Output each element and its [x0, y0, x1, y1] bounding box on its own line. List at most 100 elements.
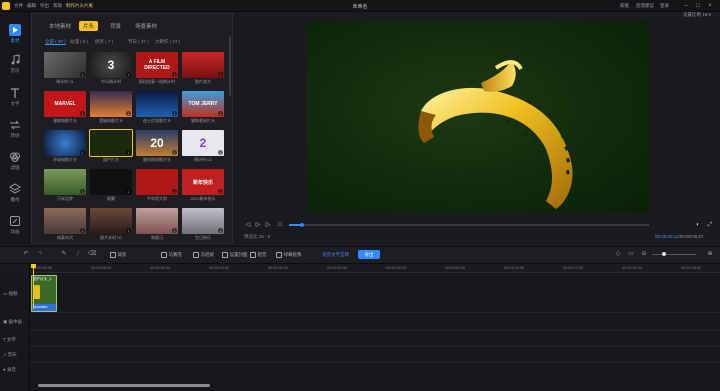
download-icon[interactable]: ↓: [172, 111, 177, 116]
download-icon[interactable]: ↓: [172, 189, 177, 194]
media-thumb[interactable]: ↓: [182, 52, 224, 78]
download-icon[interactable]: ↓: [172, 72, 177, 77]
filter-festival[interactable]: 节日 ( 27 ): [128, 39, 149, 45]
ratio-setting[interactable]: 设置比例 16:9: [683, 12, 711, 18]
rail-item-transition[interactable]: 转场: [0, 115, 30, 145]
media-thumb[interactable]: ↓: [44, 130, 86, 156]
download-icon[interactable]: ↓: [218, 228, 223, 233]
media-thumb[interactable]: TOM JERRY ↓: [182, 91, 224, 117]
rail-item-text[interactable]: 文字: [0, 83, 30, 113]
download-icon[interactable]: ↓: [80, 228, 85, 233]
timeline-scrollbar[interactable]: [38, 384, 210, 387]
rail-item-media[interactable]: 素材: [0, 20, 30, 50]
media-thumb[interactable]: ↓: [182, 208, 224, 234]
close-icon[interactable]: ×: [706, 2, 714, 10]
media-thumb[interactable]: 3 ↓: [90, 52, 132, 78]
speech-text-button[interactable]: 语音文字互转: [322, 252, 349, 258]
ruler-tick-label: 00:00:16.00: [150, 266, 171, 270]
rail-item-animation[interactable]: 动画: [0, 211, 30, 241]
new-version-link[interactable]: 新版: [620, 3, 629, 9]
zoom-out-icon[interactable]: ⊖: [640, 250, 648, 258]
redo-icon[interactable]: ↷: [36, 250, 44, 258]
snapshot-icon[interactable]: ◐: [694, 221, 702, 229]
crop-button[interactable]: 裁剪: [110, 252, 127, 258]
tab-local-media[interactable]: 本地素材: [45, 21, 75, 31]
download-icon[interactable]: ↓: [80, 111, 85, 116]
rail-item-filter[interactable]: 滤镜: [0, 147, 30, 177]
filter-all[interactable]: 全部 ( 90 ): [45, 39, 66, 45]
split-icon[interactable]: ⧸: [74, 250, 82, 258]
zoom-slider-knob[interactable]: [662, 252, 666, 256]
playhead-handle[interactable]: [31, 264, 36, 268]
download-icon[interactable]: ↓: [218, 189, 223, 194]
media-thumb[interactable]: ↓: [44, 52, 86, 78]
media-scrollbar[interactable]: [229, 36, 231, 96]
media-thumb[interactable]: ↓: [136, 208, 178, 234]
minimize-icon[interactable]: –: [682, 2, 690, 10]
pen-icon[interactable]: ✎: [60, 250, 68, 258]
playhead[interactable]: [33, 264, 34, 309]
media-thumb[interactable]: ↓: [90, 169, 132, 195]
tab-intro[interactable]: 片头: [79, 21, 99, 31]
track-divider: [30, 362, 720, 363]
media-thumb[interactable]: ↓: [44, 169, 86, 195]
media-thumb[interactable]: ↓: [136, 91, 178, 117]
media-thumb[interactable]: MARVEL ↓: [44, 91, 86, 117]
media-thumb[interactable]: A FILM DIRECTED ↓: [136, 52, 178, 78]
download-icon[interactable]: ↓: [126, 189, 131, 194]
media-thumb[interactable]: 新年快乐 ↓: [182, 169, 224, 195]
download-icon[interactable]: ↓: [218, 150, 223, 155]
zoom-slider-track[interactable]: [652, 254, 696, 255]
preview-progress-track[interactable]: [289, 224, 649, 226]
media-thumb[interactable]: ↓: [89, 129, 133, 157]
maximize-icon[interactable]: □: [694, 2, 702, 10]
media-thumb[interactable]: ↓: [136, 169, 178, 195]
fit-icon[interactable]: ▭: [627, 250, 635, 258]
zoom-in-icon[interactable]: ⊕: [706, 250, 714, 258]
delete-icon[interactable]: ⌫: [88, 250, 96, 258]
media-thumb[interactable]: ↓: [90, 91, 132, 117]
media-thumb-caption: 纯真年代: [57, 235, 73, 240]
timeline-clip[interactable]: 国产片头_1 Mountain: [31, 275, 57, 312]
filter-funny[interactable]: 搞笑 ( 7 ): [95, 39, 113, 45]
play-icon[interactable]: ▷: [254, 221, 262, 229]
rail-item-music[interactable]: 音乐: [0, 50, 30, 80]
mosaic-button[interactable]: 马赛克: [161, 252, 182, 258]
preview-progress-knob[interactable]: [300, 222, 305, 227]
download-icon[interactable]: ↓: [126, 150, 131, 155]
green-screen-button[interactable]: 绿幕抠像: [276, 252, 302, 258]
download-icon[interactable]: ↓: [126, 111, 131, 116]
download-icon[interactable]: ↓: [172, 228, 177, 233]
prev-frame-icon[interactable]: ◁: [244, 221, 252, 229]
voiceover-button[interactable]: 配音: [250, 252, 267, 258]
tab-scene-media[interactable]: 场景素材: [131, 21, 161, 31]
download-icon[interactable]: ↓: [80, 72, 85, 77]
download-icon[interactable]: ↓: [126, 228, 131, 233]
fullscreen-icon[interactable]: ⤢: [706, 221, 714, 229]
feedback-link[interactable]: 反馈建议: [636, 3, 654, 9]
download-icon[interactable]: ↓: [80, 150, 85, 155]
download-icon[interactable]: ↓: [126, 72, 131, 77]
filter-anime[interactable]: 动漫 ( 6 ): [70, 39, 88, 45]
download-icon[interactable]: ↓: [172, 150, 177, 155]
set-cover-button[interactable]: 设置封面: [222, 252, 248, 258]
tab-background[interactable]: 背景: [106, 21, 125, 31]
rail-item-overlay[interactable]: 叠附: [0, 179, 30, 209]
undo-icon[interactable]: ↶: [22, 250, 30, 258]
next-frame-icon[interactable]: ▷: [264, 221, 272, 229]
media-thumb-caption: 生日快乐: [195, 235, 211, 240]
media-thumb[interactable]: 2 ↓: [182, 130, 224, 156]
download-icon[interactable]: ↓: [80, 189, 85, 194]
export-button[interactable]: 导出: [358, 250, 380, 259]
media-thumb[interactable]: 20 ↓: [136, 130, 178, 156]
login-link[interactable]: 登录: [660, 3, 669, 9]
media-thumb[interactable]: ↓: [90, 208, 132, 234]
download-icon[interactable]: ↓: [218, 72, 223, 77]
stop-icon[interactable]: □: [276, 221, 284, 229]
shield-icon[interactable]: ◇: [614, 250, 622, 258]
freeze-frame-button[interactable]: 冻结帧: [193, 252, 214, 258]
filter-blockbuster[interactable]: 大制作 ( 27 ): [155, 39, 180, 45]
time-ruler[interactable]: [30, 264, 720, 273]
download-icon[interactable]: ↓: [218, 111, 223, 116]
media-thumb[interactable]: ↓: [44, 208, 86, 234]
